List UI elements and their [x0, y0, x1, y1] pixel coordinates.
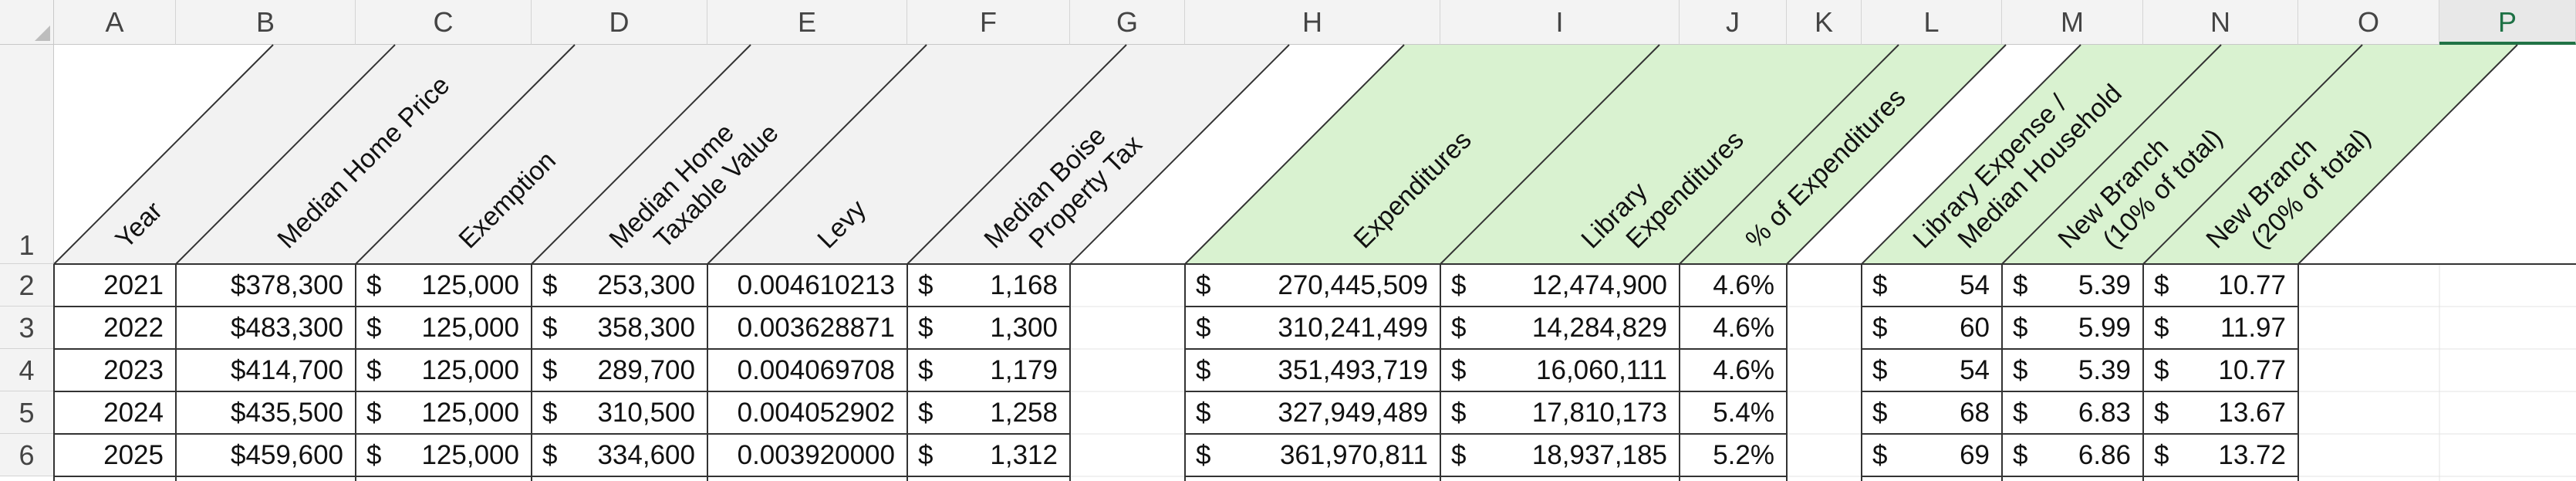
cell-tax[interactable]: 1,179 — [907, 349, 1058, 391]
cell-exemption[interactable]: 125,000 — [356, 264, 519, 307]
cell-taxable[interactable]: 358,300 — [532, 307, 695, 349]
spreadsheet[interactable]: A B C D E F G H I J K L M N O P 1 2 3 4 … — [0, 0, 2576, 481]
cell-levy[interactable]: 0.004610213 — [707, 264, 895, 307]
cell-exemption[interactable]: 125,000 — [356, 349, 519, 391]
cell-expend[interactable]: 361,970,811 — [1185, 434, 1428, 476]
cell-tax[interactable]: 1,258 — [907, 391, 1058, 434]
cell-per_hh[interactable]: 54 — [1862, 264, 1990, 307]
cell-expend[interactable]: 327,949,489 — [1185, 391, 1428, 434]
cell-price[interactable]: $414,700 — [176, 349, 343, 391]
cell-lib[interactable]: 17,810,173 — [1440, 391, 1667, 434]
cell-price[interactable]: $378,300 — [176, 264, 343, 307]
cell-year[interactable]: 2025 — [54, 434, 164, 476]
cell-per_hh[interactable]: 68 — [1862, 391, 1990, 434]
cell-lib[interactable]: 14,284,829 — [1440, 307, 1667, 349]
cell-nb10[interactable]: 6.83 — [2002, 391, 2131, 434]
cell-levy[interactable]: 0.004052902 — [707, 391, 895, 434]
cell-lib[interactable]: 18,937,185 — [1440, 434, 1667, 476]
cell-per_hh[interactable]: 60 — [1862, 307, 1990, 349]
cell-levy[interactable]: 0.004069708 — [707, 349, 895, 391]
cell-pct[interactable]: 4.6% — [1680, 349, 1774, 391]
cell-nb20[interactable]: 10.77 — [2143, 349, 2286, 391]
cell-nb10[interactable]: 5.39 — [2002, 264, 2131, 307]
cell-price[interactable]: $435,500 — [176, 391, 343, 434]
cell-pct[interactable]: 5.2% — [1680, 434, 1774, 476]
cell-nb10[interactable]: 6.86 — [2002, 434, 2131, 476]
cell-price[interactable]: $459,600 — [176, 434, 343, 476]
cell-exemption[interactable]: 125,000 — [356, 307, 519, 349]
cell-exemption[interactable]: 125,000 — [356, 434, 519, 476]
cell-nb20[interactable]: 13.72 — [2143, 434, 2286, 476]
cell-taxable[interactable]: 253,300 — [532, 264, 695, 307]
cell-exemption[interactable]: 125,000 — [356, 391, 519, 434]
cell-taxable[interactable]: 310,500 — [532, 391, 695, 434]
cell-lib[interactable]: 12,474,900 — [1440, 264, 1667, 307]
cell-tax[interactable]: 1,168 — [907, 264, 1058, 307]
cell-pct[interactable]: 5.4% — [1680, 391, 1774, 434]
cell-nb20[interactable]: 11.97 — [2143, 307, 2286, 349]
cell-expend[interactable]: 270,445,509 — [1185, 264, 1428, 307]
cell-taxable[interactable]: 289,700 — [532, 349, 695, 391]
cell-levy[interactable]: 0.003628871 — [707, 307, 895, 349]
cell-tax[interactable]: 1,300 — [907, 307, 1058, 349]
cell-price[interactable]: $483,300 — [176, 307, 343, 349]
cell-nb20[interactable]: 13.67 — [2143, 391, 2286, 434]
cell-expend[interactable]: 351,493,719 — [1185, 349, 1428, 391]
cell-expend[interactable]: 310,241,499 — [1185, 307, 1428, 349]
cell-year[interactable]: 2024 — [54, 391, 164, 434]
cell-taxable[interactable]: 334,600 — [532, 434, 695, 476]
cell-pct[interactable]: 4.6% — [1680, 264, 1774, 307]
cell-per_hh[interactable]: 54 — [1862, 349, 1990, 391]
cell-lib[interactable]: 16,060,111 — [1440, 349, 1667, 391]
cell-year[interactable]: 2022 — [54, 307, 164, 349]
cell-nb20[interactable]: 10.77 — [2143, 264, 2286, 307]
cell-nb10[interactable]: 5.39 — [2002, 349, 2131, 391]
cell-tax[interactable]: 1,312 — [907, 434, 1058, 476]
cell-year[interactable]: 2021 — [54, 264, 164, 307]
cell-per_hh[interactable]: 69 — [1862, 434, 1990, 476]
cell-nb10[interactable]: 5.99 — [2002, 307, 2131, 349]
cell-levy[interactable]: 0.003920000 — [707, 434, 895, 476]
cell-year[interactable]: 2023 — [54, 349, 164, 391]
cell-pct[interactable]: 4.6% — [1680, 307, 1774, 349]
